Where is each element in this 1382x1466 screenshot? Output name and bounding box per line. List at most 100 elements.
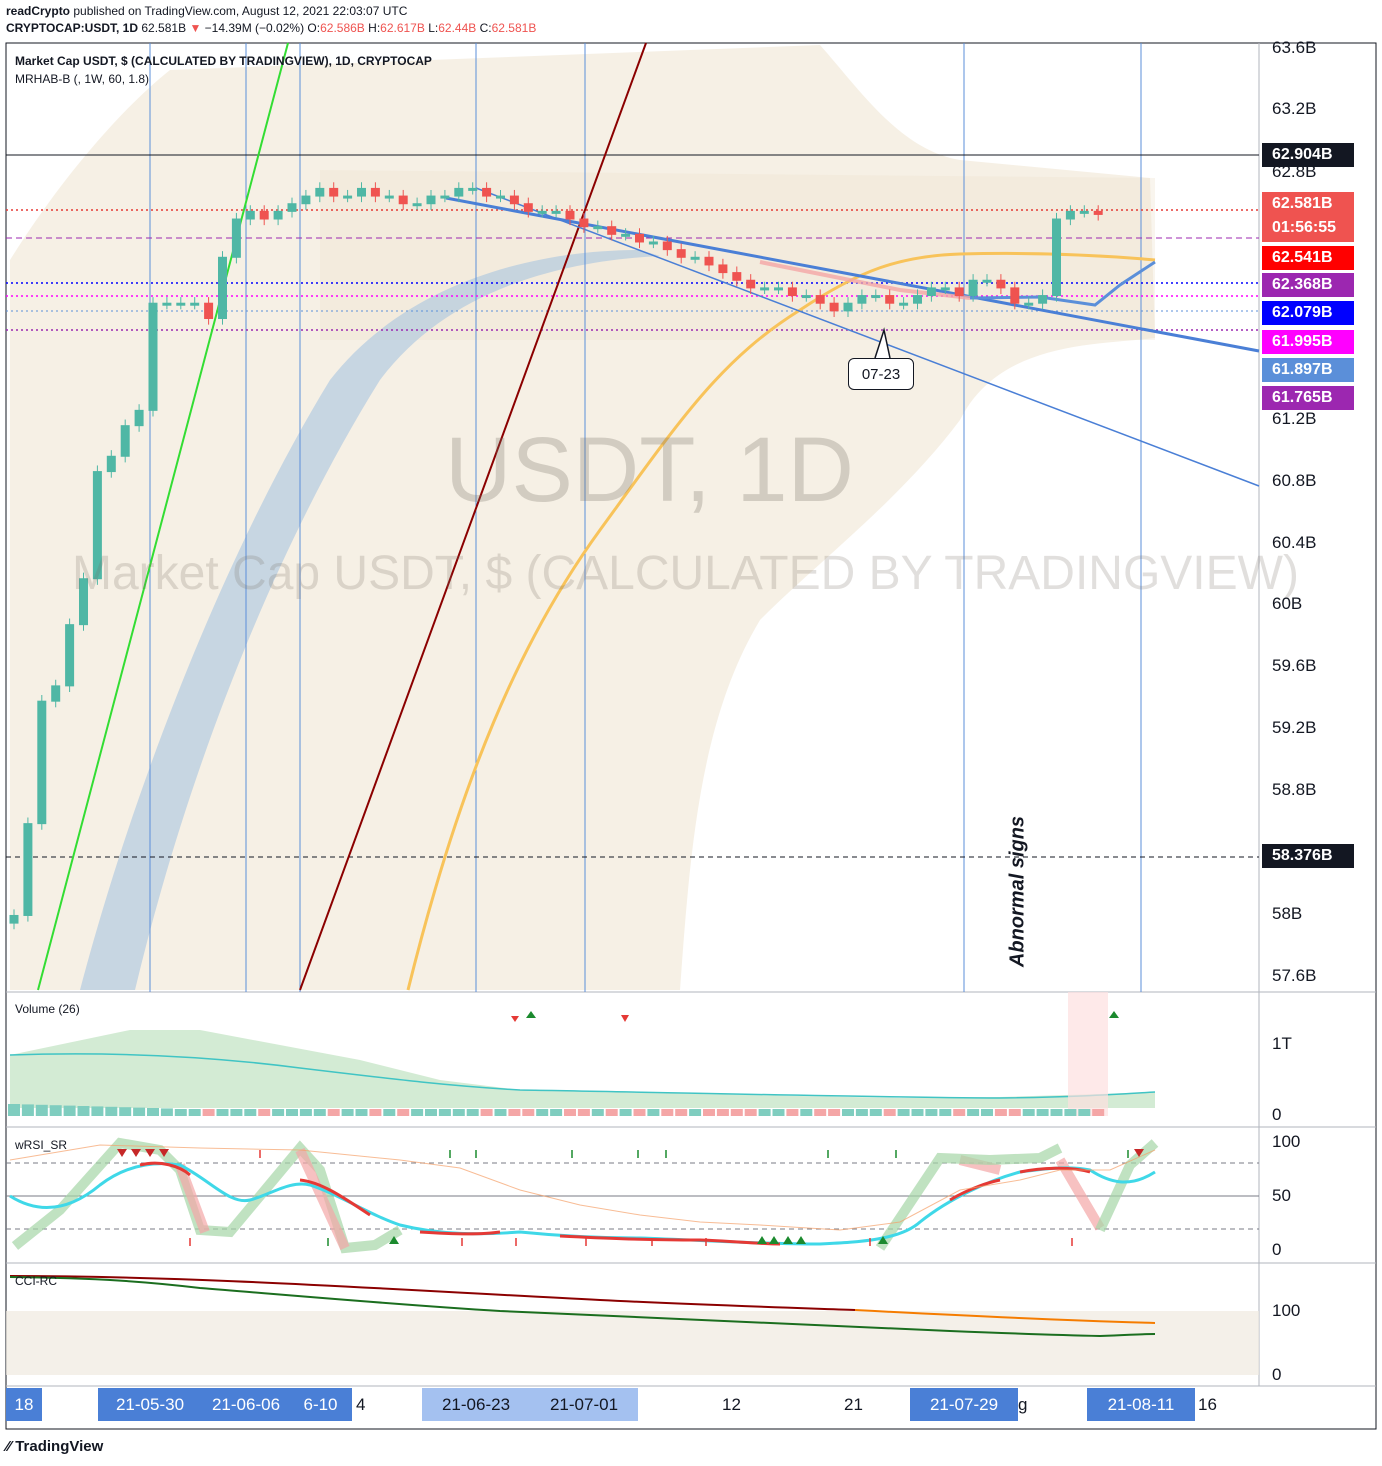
tv-logo-icon: ⁄⁄: [6, 1438, 16, 1455]
change-value: −14.39M (−0.02%): [204, 21, 305, 35]
volume-bar: [8, 1104, 20, 1116]
candle-body: [662, 241, 672, 251]
publisher-name[interactable]: readCrypto: [6, 4, 70, 18]
candle-body: [871, 295, 881, 299]
candle-body: [913, 295, 922, 304]
volume-bar: [703, 1109, 715, 1116]
price-axis-label: 58.8B: [1272, 780, 1317, 799]
candle-body: [357, 187, 366, 197]
volume-bar: [286, 1109, 298, 1116]
candle-body: [1065, 210, 1075, 220]
volume-bar: [313, 1109, 326, 1116]
volume-bar: [91, 1106, 104, 1116]
price-tag-62079: 62.079B: [1262, 301, 1354, 325]
candle-body: [787, 287, 797, 297]
volume-bar: [299, 1109, 312, 1116]
volume-bar: [383, 1109, 396, 1116]
candle-body: [968, 279, 978, 297]
volume-bar: [522, 1109, 535, 1116]
volume-bar: [438, 1109, 451, 1116]
candle-body: [1024, 302, 1034, 306]
rsi-title[interactable]: wRSI_SR: [15, 1138, 67, 1152]
volume-bar: [953, 1109, 966, 1116]
volume-bar: [1092, 1109, 1105, 1116]
candle-body: [815, 295, 825, 304]
volume-bar: [536, 1109, 549, 1116]
volume-bar: [689, 1109, 702, 1116]
candle-body: [523, 203, 533, 212]
volume-bar: [272, 1109, 285, 1116]
rsi-buy-signal: [783, 1236, 793, 1244]
volume-bar: [939, 1109, 952, 1116]
candle-body: [245, 210, 255, 220]
candle-body: [384, 195, 394, 199]
close-label: C:: [479, 21, 492, 35]
abnormal-signs-label: Abnormal signs: [1006, 815, 1029, 968]
candle-body: [857, 295, 867, 304]
date-callout: 07-23: [848, 358, 914, 390]
volume-signal-down-2: [621, 1015, 629, 1022]
volume-bar: [577, 1109, 590, 1116]
volume-highlight: [1068, 992, 1108, 1116]
volume-bar: [244, 1109, 257, 1116]
volume-bar: [1050, 1109, 1063, 1116]
volume-bar: [1036, 1109, 1049, 1116]
volume-bar: [411, 1109, 424, 1116]
indicator-title[interactable]: MRHAB-B (, 1W, 60, 1.8): [15, 72, 149, 86]
candle-body: [746, 279, 756, 289]
tradingview-logo[interactable]: ⁄⁄ TradingView: [6, 1438, 103, 1455]
candle-body: [190, 302, 200, 306]
price-axis-label: 60.8B: [1272, 471, 1317, 490]
candle-body: [982, 279, 992, 283]
watermark-symbol: USDT, 1D: [445, 419, 854, 521]
volume-bar: [133, 1107, 146, 1116]
volume-bar: [160, 1108, 173, 1116]
candle-body: [690, 256, 700, 260]
volume-bar: [105, 1106, 118, 1116]
candle-body: [176, 302, 186, 306]
candle-body: [454, 187, 464, 197]
price-axis-label: 57.6B: [1272, 966, 1317, 985]
volume-bar: [744, 1109, 757, 1116]
volume-bar: [77, 1106, 90, 1116]
candle-body: [899, 302, 909, 306]
candle-body: [301, 195, 311, 205]
candle-body: [37, 700, 47, 825]
candle-body: [718, 264, 728, 274]
rsi-buy-signal: [796, 1236, 806, 1244]
price-axis-label: 59.2B: [1272, 718, 1317, 737]
candle-body: [760, 287, 770, 291]
price-axis-label: 59.6B: [1272, 656, 1317, 675]
volume-axis-label: 1T: [1272, 1034, 1292, 1053]
countdown-timer: 01:56:55: [1272, 219, 1337, 236]
close-value: 62.581B: [491, 21, 537, 35]
chart-canvas: [5, 42, 1377, 1430]
publish-text: published on TradingView.com, August 12,…: [73, 4, 408, 18]
price-axis-label: 60.4B: [1272, 533, 1317, 552]
price-tag-62541: 62.541B: [1262, 246, 1354, 270]
cci-axis-label: 100: [1272, 1301, 1301, 1320]
candle-body: [315, 187, 325, 197]
volume-bar: [675, 1109, 688, 1116]
series-title[interactable]: Market Cap USDT, $ (CALCULATED BY TRADIN…: [15, 54, 432, 68]
rsi-buy-signal: [769, 1236, 779, 1244]
price-axis-label: 58B: [1272, 904, 1303, 923]
time-label-highlight: 21-07-01: [530, 1388, 638, 1421]
volume-bar: [258, 1109, 271, 1116]
low-value: 62.44B: [438, 21, 477, 35]
candle-body: [648, 241, 658, 245]
candle-body: [23, 823, 33, 916]
candle-body: [1052, 218, 1061, 297]
rsi-sell-signal: [117, 1149, 127, 1157]
volume-bar: [842, 1109, 854, 1116]
rsi-axis-label: 50: [1272, 1186, 1291, 1205]
candle-body: [551, 210, 561, 214]
candle-body: [259, 210, 269, 220]
volume-bar: [647, 1109, 660, 1116]
candle-body: [162, 302, 172, 306]
candle-body: [398, 195, 408, 205]
volume-bar: [230, 1109, 243, 1116]
cci-title[interactable]: CCI-RC: [15, 1274, 57, 1288]
volume-title[interactable]: Volume (26): [15, 1002, 80, 1016]
time-label: 12: [722, 1395, 741, 1414]
